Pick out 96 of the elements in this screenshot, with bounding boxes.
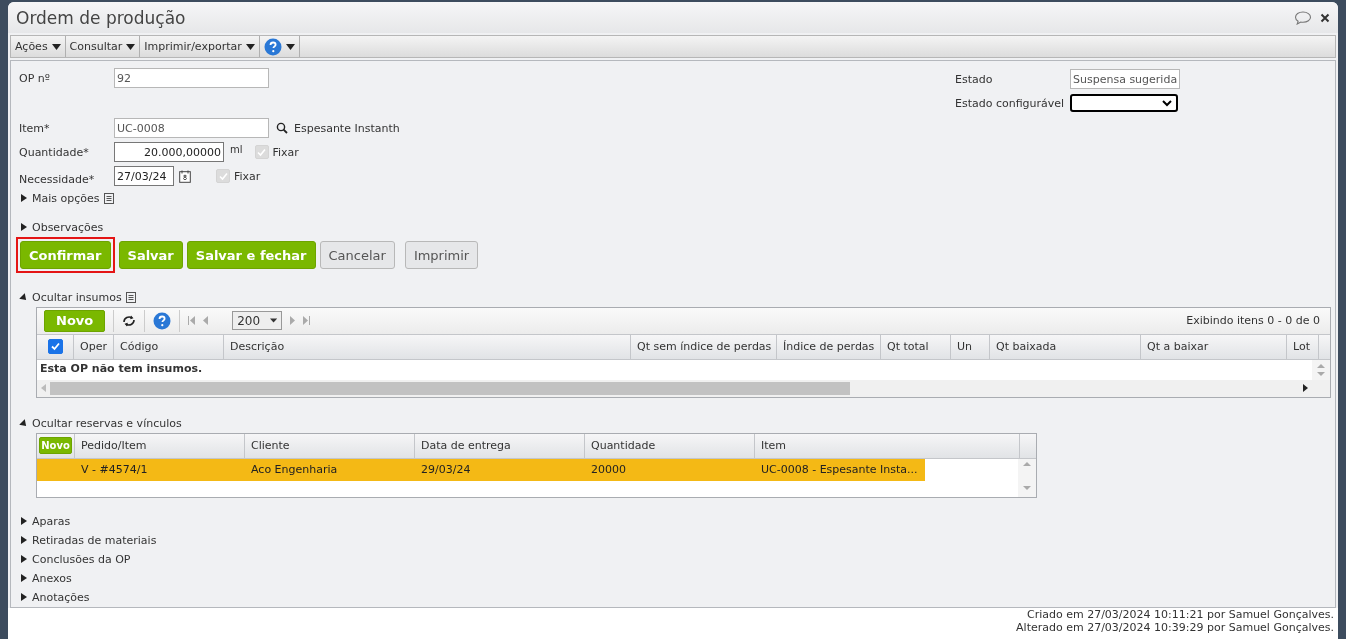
scroll-right-icon — [1303, 384, 1308, 393]
item-field[interactable]: UC-0008 — [114, 118, 269, 138]
section-toggle[interactable]: Mais opções — [17, 189, 114, 208]
list-icon — [103, 192, 114, 204]
window-title: Ordem de produção — [16, 7, 187, 28]
page-size-dropdown[interactable]: 200 — [232, 311, 283, 331]
triangle-icon — [21, 223, 27, 232]
last-page-icon[interactable] — [303, 316, 311, 326]
column-header[interactable]: Oper — [74, 334, 114, 359]
field-label: Estado configurável — [955, 96, 1066, 110]
column-header[interactable]: Pedido/Item — [75, 434, 245, 458]
column-header[interactable]: Un — [951, 334, 990, 359]
checkbox-label: Fixar — [272, 145, 299, 159]
column-header[interactable]: Descrição — [224, 334, 631, 359]
table-row[interactable]: V - #4574/1 Aco Engenharia 29/03/24 20000 UC-0008 - Espesante Insta... — [37, 459, 1018, 481]
column-header[interactable]: Lot — [1287, 334, 1319, 359]
calendar-icon[interactable] — [179, 169, 191, 183]
audit-text: Criado em 27/03/2024 10:11:21 por Samuel Gonçalves. — [1026, 608, 1334, 621]
unit-label: ml — [230, 143, 243, 155]
action-button[interactable]: Cancelar — [319, 241, 395, 270]
triangle-icon — [21, 194, 27, 203]
column-header[interactable]: Item — [755, 434, 1020, 458]
field-label: Item* — [18, 121, 51, 135]
caret-icon — [245, 43, 255, 50]
scroll-arrows-icon — [1317, 362, 1325, 377]
vertical-scrollbar[interactable] — [1312, 359, 1330, 380]
column-header[interactable]: Qt a baixar — [1141, 334, 1287, 359]
checkbox-label: Fixar — [234, 169, 261, 183]
column-header[interactable]: Código — [114, 334, 224, 359]
help-icon — [263, 37, 282, 56]
table-cell: UC-0008 - Espesante Insta... — [761, 463, 918, 477]
menu-button[interactable]: Consultar — [65, 36, 141, 57]
field-label: Quantidade* — [18, 145, 90, 159]
chevron-down-icon — [1162, 99, 1172, 107]
select-all-checkbox[interactable] — [47, 339, 63, 355]
horizontal-scrollbar[interactable] — [37, 379, 1330, 397]
table-cell: Aco Engenharia — [251, 463, 338, 477]
quantity-field[interactable]: 20.000,00000 — [114, 142, 224, 162]
previous-page-icon[interactable] — [203, 316, 209, 326]
refresh-icon[interactable] — [122, 314, 137, 327]
section-toggle[interactable]: Anotações — [17, 588, 90, 607]
audit-text: Alterado em 27/03/2024 10:39:29 por Samuel Gonçalves. — [1016, 621, 1334, 634]
table-cell: 20000 — [591, 463, 626, 477]
scroll-arrows-icon — [1023, 461, 1031, 491]
column-header[interactable]: Índice de perdas — [777, 334, 881, 359]
status-dropdown[interactable] — [1070, 94, 1178, 112]
speech-bubble-icon[interactable] — [1294, 10, 1312, 25]
check-icon — [49, 341, 61, 353]
table-cell: V - #4574/1 — [81, 463, 148, 477]
column-header[interactable]: Data de entrega — [415, 434, 585, 458]
date-field[interactable]: 27/03/24 — [114, 166, 174, 186]
section-toggle[interactable]: Ocultar insumos — [17, 288, 136, 307]
triangle-icon — [19, 418, 29, 429]
op-number-field[interactable]: 92 — [114, 68, 269, 88]
caret-icon — [51, 43, 61, 50]
section-toggle[interactable]: Ocultar reservas e vínculos — [17, 414, 182, 433]
empty-message: Esta OP não tem insumos. — [39, 360, 204, 377]
section-toggle[interactable]: Anexos — [17, 569, 72, 588]
section-toggle[interactable]: Observações — [17, 218, 104, 237]
column-header[interactable]: Cliente — [245, 434, 415, 458]
column-header[interactable]: Quantidade — [585, 434, 755, 458]
vertical-scrollbar[interactable] — [1018, 459, 1036, 497]
check-icon — [256, 146, 268, 158]
scroll-left-icon — [41, 384, 46, 393]
item-count: Exibindo itens 0 - 0 de 0 — [1186, 314, 1321, 328]
section-toggle[interactable]: Conclusões da OP — [17, 550, 131, 569]
field-label: OP nº — [18, 71, 51, 85]
list-icon — [125, 292, 136, 304]
close-icon[interactable] — [1320, 12, 1330, 23]
menu-button[interactable]: Ações — [11, 36, 66, 57]
check-icon — [217, 170, 229, 182]
item-description: Espesante Instanth — [294, 121, 400, 135]
triangle-icon — [21, 574, 27, 583]
triangle-icon — [21, 555, 27, 564]
section-toggle[interactable]: Retiradas de materiais — [17, 531, 157, 550]
help-icon[interactable] — [153, 311, 172, 330]
section-toggle[interactable]: Aparas — [17, 512, 71, 531]
triangle-icon — [21, 517, 27, 526]
menu-button[interactable]: Imprimir/exportar — [140, 36, 260, 57]
triangle-icon — [21, 593, 27, 602]
table-cell: 29/03/24 — [421, 463, 471, 477]
caret-icon — [126, 43, 136, 50]
field-label: Estado — [955, 72, 994, 86]
column-header[interactable]: Qt total — [881, 334, 951, 359]
action-button[interactable]: Imprimir — [404, 241, 479, 270]
status-field[interactable]: Suspensa sugerida — [1070, 69, 1180, 89]
first-page-icon[interactable] — [188, 316, 196, 326]
search-icon[interactable] — [276, 122, 288, 134]
triangle-icon — [21, 536, 27, 545]
caret-icon — [270, 318, 278, 324]
column-header[interactable]: Qt sem índice de perdas — [631, 334, 777, 359]
triangle-icon — [19, 292, 29, 303]
caret-icon — [285, 43, 295, 50]
column-header[interactable]: Qt baixada — [990, 334, 1141, 359]
field-label: Necessidade* — [18, 171, 96, 186]
next-page-icon[interactable] — [290, 316, 296, 326]
